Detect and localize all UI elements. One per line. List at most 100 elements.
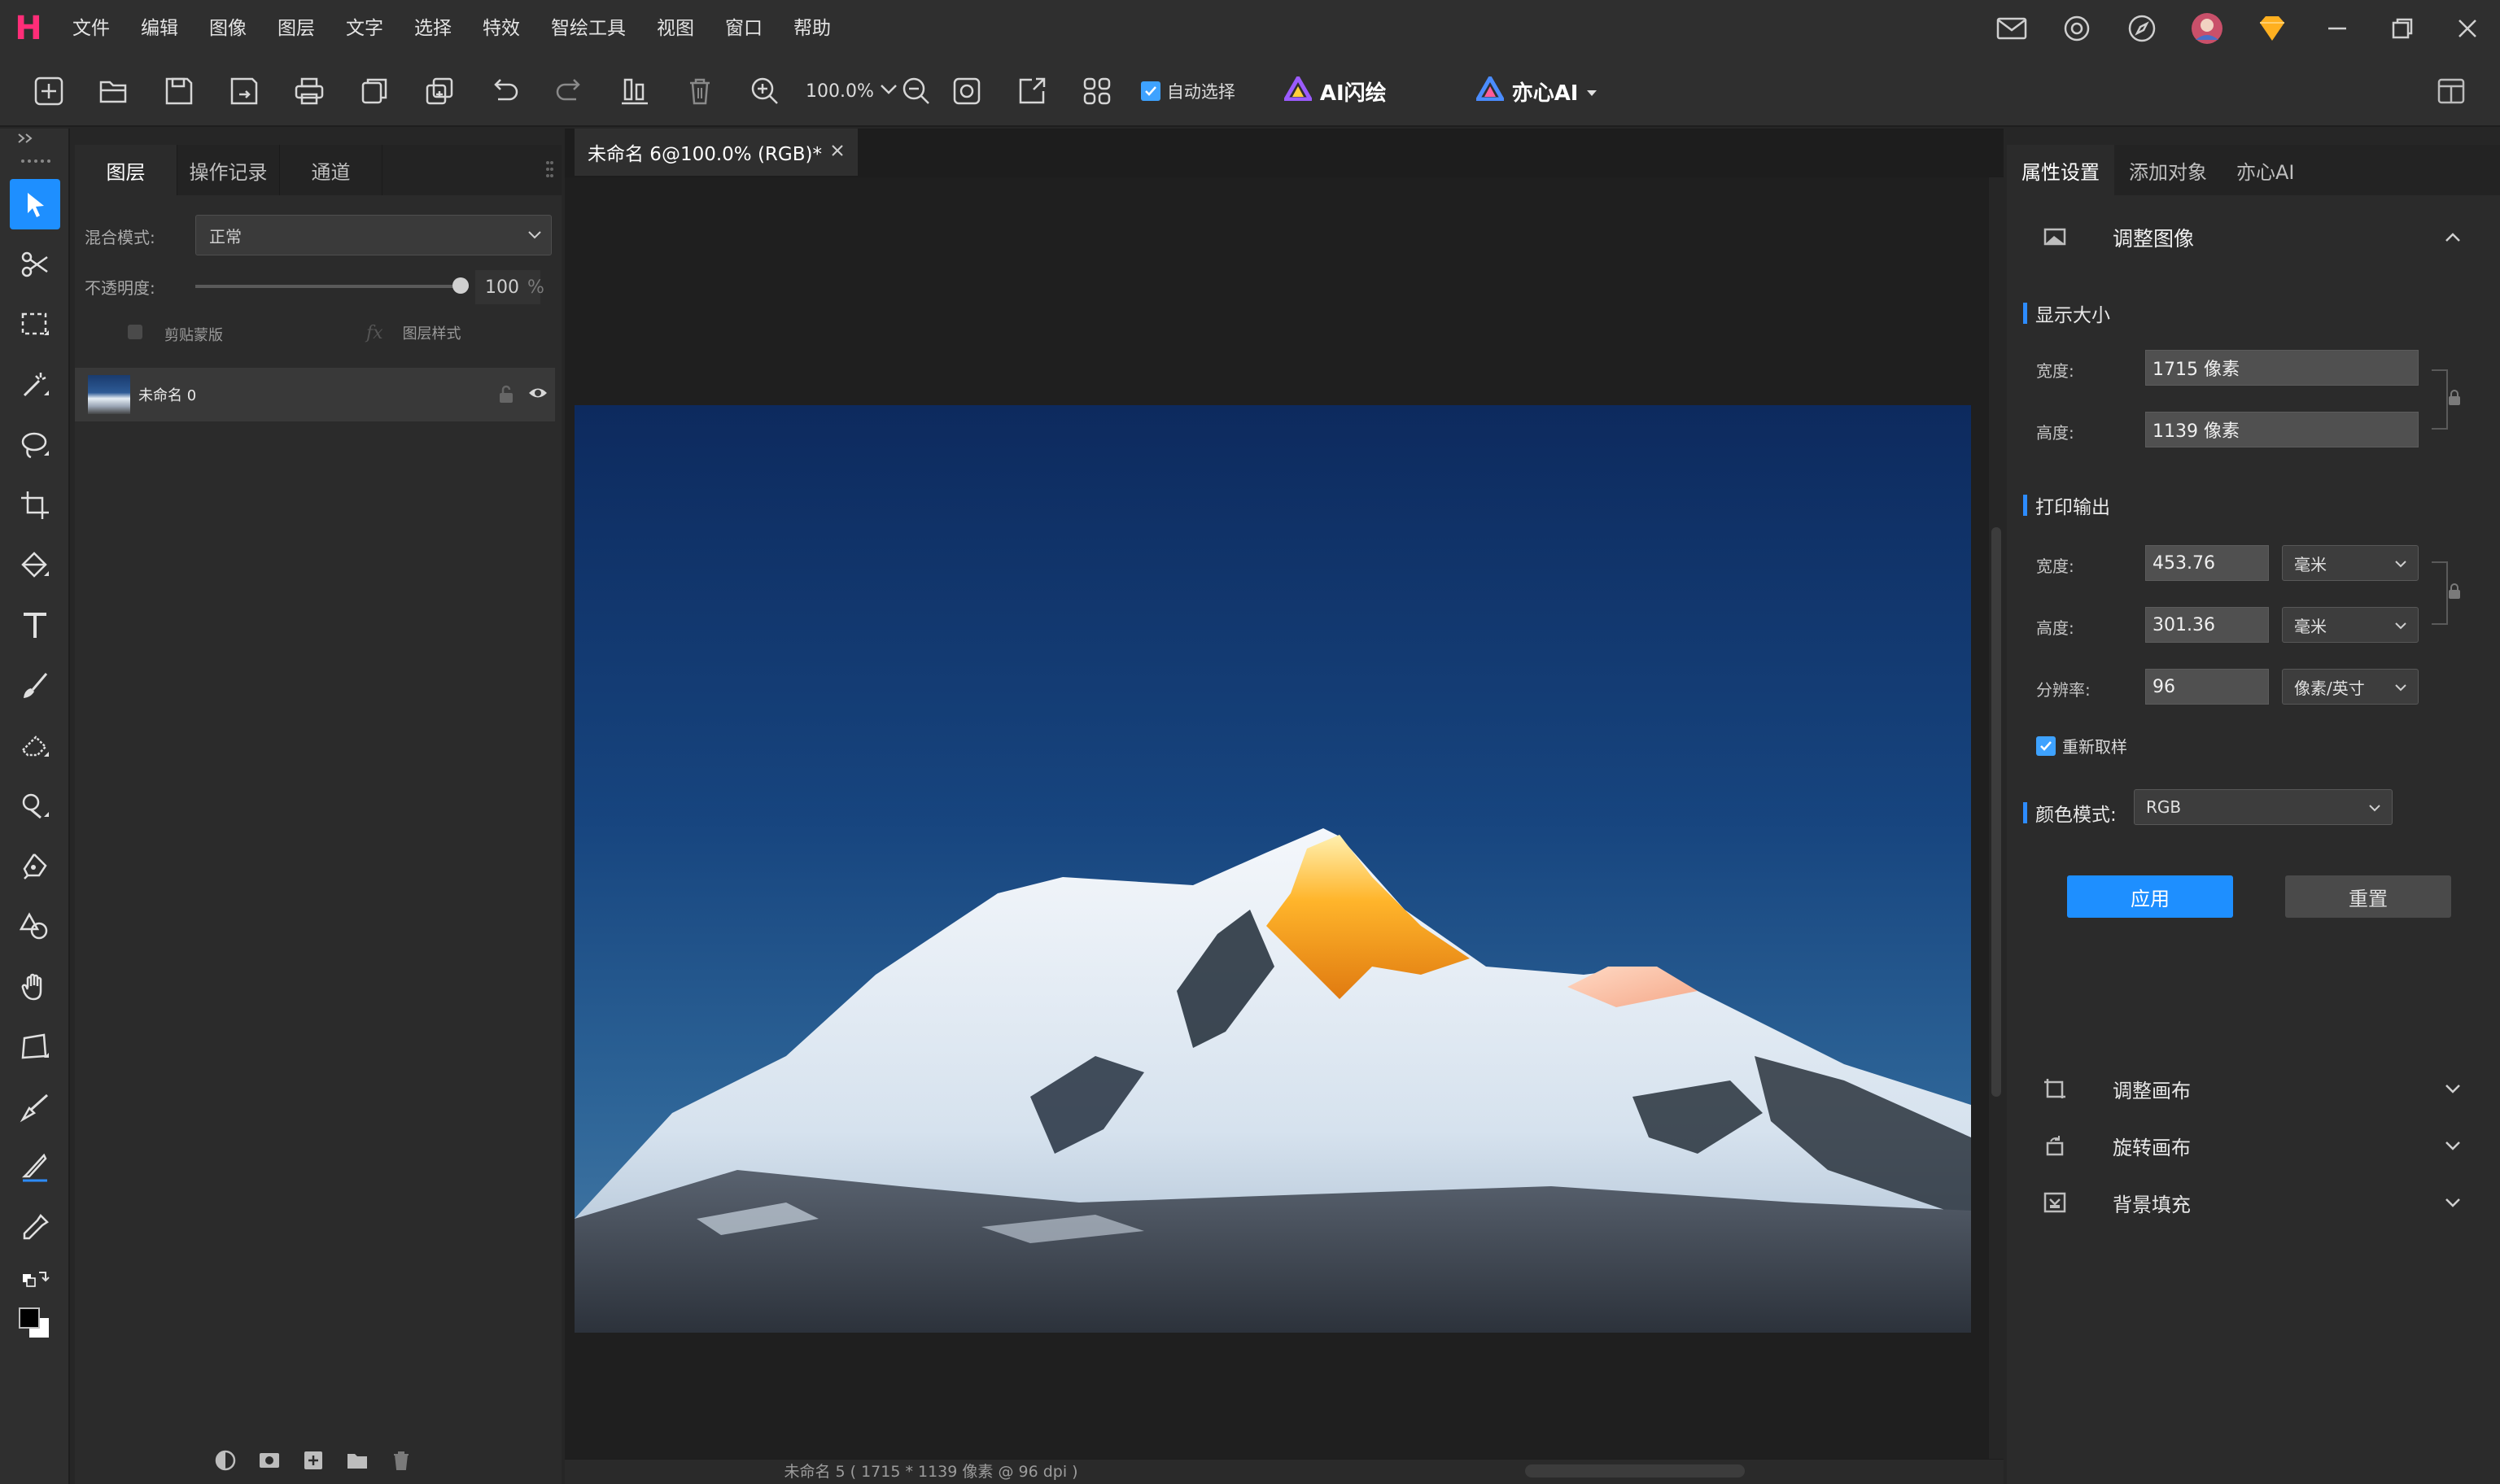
menu-effects[interactable]: 特效 xyxy=(467,0,535,57)
shape-tool-icon[interactable] xyxy=(10,901,60,952)
restore-button[interactable] xyxy=(2370,0,2435,57)
aspect-lock-icon[interactable] xyxy=(2446,389,2463,410)
panel-layout-icon[interactable] xyxy=(2419,59,2484,124)
opacity-slider[interactable] xyxy=(195,277,469,294)
resolution-field[interactable]: 96 xyxy=(2145,669,2269,705)
print-height-unit-select[interactable]: 毫米 xyxy=(2282,607,2419,643)
marquee-tool-icon[interactable] xyxy=(10,299,60,350)
rotate-canvas-section[interactable]: 旋转画布 xyxy=(2007,1121,2500,1170)
crop-tool-icon[interactable] xyxy=(10,480,60,530)
lasso-tool-icon[interactable] xyxy=(10,420,60,470)
layer-style-button[interactable]: fx 图层样式 xyxy=(366,322,461,343)
resolution-unit-select[interactable]: 像素/英寸 xyxy=(2282,669,2419,705)
new-group-folder-icon[interactable] xyxy=(345,1448,369,1476)
undo-icon[interactable] xyxy=(472,59,537,124)
menu-view[interactable]: 视图 xyxy=(641,0,710,57)
drag-handle-icon[interactable] xyxy=(20,153,52,168)
magic-wand-tool-icon[interactable] xyxy=(10,360,60,410)
compass-icon[interactable] xyxy=(2109,0,2174,57)
visibility-eye-icon[interactable] xyxy=(527,384,549,405)
horizontal-scroll-thumb[interactable] xyxy=(1525,1464,1745,1477)
color-mode-select[interactable]: RGB xyxy=(2134,789,2393,825)
avatar[interactable] xyxy=(2174,0,2240,57)
blend-mode-select[interactable]: 正常 xyxy=(195,215,552,255)
eraser-tool-icon[interactable] xyxy=(10,721,60,771)
menu-select[interactable]: 选择 xyxy=(399,0,467,57)
pen-tool-icon[interactable] xyxy=(10,841,60,892)
open-folder-icon[interactable] xyxy=(81,59,146,124)
apply-button[interactable]: 应用 xyxy=(2067,875,2233,918)
zoom-in-icon[interactable] xyxy=(732,59,798,124)
expand-icon[interactable] xyxy=(16,132,34,148)
clone-stamp-tool-icon[interactable] xyxy=(10,781,60,831)
eyedropper-tool-icon[interactable] xyxy=(10,1202,60,1253)
display-width-field[interactable]: 1715 像素 xyxy=(2145,350,2419,386)
lock-icon[interactable] xyxy=(496,384,516,408)
grid-apps-icon[interactable] xyxy=(1064,59,1130,124)
align-icon[interactable] xyxy=(602,59,667,124)
chevron-up-icon[interactable] xyxy=(2443,228,2463,251)
layer-row[interactable]: 未命名 0 xyxy=(75,368,555,421)
merge-layers-icon[interactable] xyxy=(407,59,472,124)
move-tool-icon[interactable] xyxy=(10,179,60,229)
print-lock-icon[interactable] xyxy=(2446,583,2463,604)
color-swatch-icon[interactable] xyxy=(10,1298,60,1349)
minimize-button[interactable] xyxy=(2305,0,2370,57)
tab-properties[interactable]: 属性设置 xyxy=(2007,145,2114,195)
ai-flash-button[interactable]: AI闪绘 xyxy=(1282,73,1387,107)
fill-bucket-tool-icon[interactable] xyxy=(10,540,60,591)
menu-text[interactable]: 文字 xyxy=(330,0,399,57)
clip-mask-button[interactable]: 剪贴蒙版 xyxy=(125,322,223,346)
display-height-field[interactable]: 1139 像素 xyxy=(2145,412,2419,447)
close-button[interactable] xyxy=(2435,0,2500,57)
swap-colors-icon[interactable] xyxy=(10,1263,60,1295)
print-width-field[interactable]: 453.76 xyxy=(2145,545,2269,581)
redo-icon[interactable] xyxy=(537,59,602,124)
auto-select-checkbox[interactable]: 自动选择 xyxy=(1140,79,1235,103)
duplicate-icon[interactable] xyxy=(342,59,407,124)
zoom-dropdown-icon[interactable] xyxy=(879,81,898,101)
canvas-image[interactable] xyxy=(575,405,1971,1333)
tab-history[interactable]: 操作记录 xyxy=(177,145,280,195)
mail-icon[interactable] xyxy=(1979,0,2044,57)
menu-help[interactable]: 帮助 xyxy=(778,0,846,57)
print-icon[interactable] xyxy=(277,59,342,124)
reset-button[interactable]: 重置 xyxy=(2285,875,2451,918)
canvas-workspace[interactable] xyxy=(565,177,1989,1459)
new-layer-icon[interactable] xyxy=(301,1448,326,1476)
vertical-scrollbar[interactable] xyxy=(1989,177,2004,1459)
resample-checkbox[interactable]: 重新取样 xyxy=(2036,734,2127,757)
menu-image[interactable]: 图像 xyxy=(194,0,262,57)
brush-tool-icon[interactable] xyxy=(10,661,60,711)
tab-layers[interactable]: 图层 xyxy=(75,145,177,195)
save-icon[interactable] xyxy=(146,59,212,124)
snapshot-icon[interactable] xyxy=(934,59,999,124)
document-tab[interactable]: 未命名 6@100.0% (RGB)* xyxy=(575,129,858,176)
yixin-ai-button[interactable]: 亦心AI xyxy=(1474,73,1598,107)
delete-layer-icon[interactable] xyxy=(389,1448,413,1476)
cutout-tool-icon[interactable] xyxy=(10,239,60,290)
menu-window[interactable]: 窗口 xyxy=(710,0,778,57)
highlighter-tool-icon[interactable] xyxy=(10,1142,60,1193)
layer-mask-icon[interactable] xyxy=(257,1448,282,1476)
close-tab-icon[interactable] xyxy=(830,142,845,163)
menu-file[interactable]: 文件 xyxy=(57,0,125,57)
adjust-image-header[interactable]: 调整图像 xyxy=(2007,213,2500,262)
menu-layer[interactable]: 图层 xyxy=(262,0,330,57)
menu-edit[interactable]: 编辑 xyxy=(125,0,194,57)
text-tool-icon[interactable] xyxy=(10,600,60,651)
print-width-unit-select[interactable]: 毫米 xyxy=(2282,545,2419,581)
new-file-icon[interactable] xyxy=(16,59,81,124)
transform-tool-icon[interactable] xyxy=(10,1022,60,1072)
opacity-slider-knob[interactable] xyxy=(452,277,469,294)
save-as-icon[interactable] xyxy=(212,59,277,124)
vertical-scroll-thumb[interactable] xyxy=(1991,527,2001,1097)
adjustment-layer-icon[interactable] xyxy=(213,1448,238,1476)
background-fill-section[interactable]: 背景填充 xyxy=(2007,1178,2500,1227)
zoom-out-icon[interactable] xyxy=(898,59,934,124)
print-height-field[interactable]: 301.36 xyxy=(2145,607,2269,643)
tab-channels[interactable]: 通道 xyxy=(280,145,382,195)
zoom-level[interactable]: 100.0% xyxy=(798,81,879,102)
smudge-tool-icon[interactable] xyxy=(10,1082,60,1133)
adjust-canvas-section[interactable]: 调整画布 xyxy=(2007,1064,2500,1113)
